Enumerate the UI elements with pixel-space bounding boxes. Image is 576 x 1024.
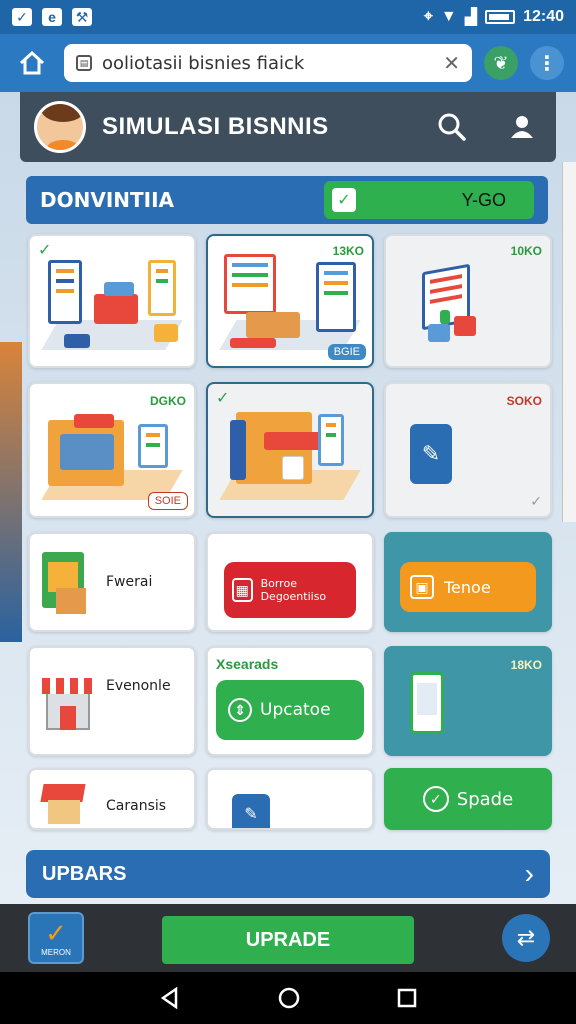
smartphone-icon — [410, 672, 444, 734]
back-icon[interactable] — [158, 986, 182, 1010]
edit-icon[interactable]: ✓ — [530, 493, 542, 510]
location-icon: ⌖ — [423, 8, 433, 25]
home-icon — [19, 50, 45, 75]
browser-toolbar: ▤ ooliotasii bisnies fiaick ✕ ❦ ⋮ — [0, 34, 576, 92]
background-panel-right — [562, 162, 576, 522]
clear-url-icon[interactable]: ✕ — [443, 51, 460, 76]
avatar[interactable] — [34, 101, 86, 153]
card-pill: BGIE — [327, 344, 366, 360]
profile-button[interactable] — [502, 107, 542, 147]
briefcase-icon: ▣ — [410, 575, 434, 599]
documents-button-label: Borroe Degoentiiso — [260, 576, 327, 603]
store-plan-illustration — [41, 254, 183, 354]
user-icon — [511, 116, 533, 138]
updates-bar[interactable]: UPBARS › — [26, 850, 550, 898]
dashboard-label: DONVINTIIA — [40, 188, 175, 212]
globe-icon: ❦ — [493, 52, 509, 73]
card-store-plan[interactable]: ✓ — [28, 234, 196, 368]
storefront-icon — [42, 674, 94, 732]
tasks-button-label: MERON — [41, 947, 71, 957]
check-circle-icon: ✓ — [422, 786, 449, 812]
status-bar: ✓ e ⚒ ⌖ ▼ ▟ 12:40 — [0, 0, 576, 34]
card-tag: SOKO — [506, 394, 542, 408]
card-spade[interactable]: ✓ Spade — [384, 768, 552, 830]
card-tag: 18KO — [510, 658, 542, 672]
diamond-icon: ⇕ — [228, 698, 252, 722]
check-icon: ✓ — [332, 188, 356, 212]
card-tenders[interactable]: ▣ Tenoe — [384, 532, 552, 632]
home-button[interactable] — [12, 43, 52, 83]
home-circle-icon[interactable] — [277, 986, 301, 1010]
app-notification-icon: e — [42, 8, 62, 26]
card-pill: SOIE — [147, 492, 188, 510]
address-bar[interactable]: ▤ ooliotasii bisnies fiaick ✕ — [64, 44, 472, 82]
check-notification-icon: ✓ — [12, 8, 32, 26]
card-events[interactable]: Evenonle — [28, 646, 196, 756]
browser-menu-button[interactable]: ⋮ — [530, 46, 564, 80]
update-button-label: Upcatoe — [260, 700, 331, 720]
dashboard-status-button[interactable]: ✓ Y-GO — [324, 181, 534, 219]
card-label: Fwerai — [106, 574, 153, 590]
dashboard-value: Y-GO — [461, 189, 506, 210]
shop-icon — [40, 784, 86, 824]
tasks-button[interactable]: ✓ MERON — [28, 912, 84, 964]
card-label: Caransis — [106, 798, 167, 814]
building-icon: ▦ — [232, 578, 253, 602]
card-expense[interactable]: Fwerai — [28, 532, 196, 632]
system-navigation-bar — [0, 972, 576, 1024]
status-time: 12:40 — [523, 8, 564, 25]
search-icon — [438, 113, 466, 141]
card-mobile-store[interactable]: 18KO — [384, 646, 552, 756]
url-text[interactable]: ooliotasii bisnies fiaick — [102, 53, 433, 74]
office-layout-illustration — [219, 254, 361, 354]
tool-notification-icon: ⚒ — [72, 8, 92, 26]
card-documents[interactable]: ▦ Borroe Degoentiiso — [206, 532, 374, 632]
background-store-left — [0, 342, 22, 642]
market-stall-illustration — [41, 402, 183, 504]
spade-button-label: Spade — [456, 788, 514, 810]
chevron-right-icon: › — [524, 858, 534, 889]
recents-icon[interactable] — [396, 987, 418, 1009]
retail-shop-illustration — [219, 402, 361, 504]
more-vertical-icon: ⋮ — [537, 52, 557, 75]
web-page: SIMULASI BISNNIS DONVINTIIA ✓ Y-GO ✓ 13K… — [0, 92, 576, 904]
page-favicon-icon: ▤ — [76, 55, 92, 71]
wifi-icon: ▼ — [440, 8, 457, 25]
app-action-bar: ✓ MERON UPRADE ⇄ — [0, 904, 576, 972]
presentation-illustration — [400, 254, 536, 354]
card-notes[interactable]: ✎ — [206, 768, 374, 830]
note-icon: ✎ — [232, 794, 270, 828]
upgrade-button[interactable]: UPRADE — [162, 916, 414, 964]
phone-icon: ✎ — [410, 424, 452, 484]
checkmark-icon: ✓ — [45, 917, 67, 948]
card-careers[interactable]: Caransis — [28, 768, 196, 830]
updates-label: UPBARS — [42, 862, 127, 885]
card-mobile-app[interactable]: SOKO ✎ ✓ — [384, 382, 552, 518]
card-label: Evenonle — [106, 678, 171, 694]
swap-icon: ⇄ — [516, 925, 536, 950]
signal-icon: ▟ — [464, 9, 478, 26]
card-office-layout[interactable]: 13KO BGIE — [206, 234, 374, 368]
card-header: Xsearads — [216, 656, 279, 672]
card-retail-shop[interactable]: ✓ — [206, 382, 374, 518]
spade-button[interactable]: ✓ Spade — [386, 770, 550, 828]
battery-icon — [485, 10, 516, 24]
search-button[interactable] — [432, 107, 472, 147]
app-title: SIMULASI BISNNIS — [102, 113, 329, 140]
documents-button[interactable]: ▦ Borroe Degoentiiso — [224, 562, 356, 618]
floating-action-button[interactable]: ⇄ — [502, 914, 550, 962]
card-update[interactable]: Xsearads ⇕ Upcatoe — [206, 646, 374, 756]
app-header: SIMULASI BISNNIS — [20, 92, 556, 162]
tenders-button-label: Tenoe — [444, 577, 491, 597]
grocery-stand-icon — [42, 552, 88, 616]
extension-button[interactable]: ❦ — [484, 46, 518, 80]
card-presentation[interactable]: 10KO — [384, 234, 552, 368]
card-market-stall[interactable]: DGKO SOIE — [28, 382, 196, 518]
dashboard-bar: DONVINTIIA ✓ Y-GO — [26, 176, 548, 224]
tenders-button[interactable]: ▣ Tenoe — [400, 562, 536, 612]
update-button[interactable]: ⇕ Upcatoe — [216, 680, 364, 740]
